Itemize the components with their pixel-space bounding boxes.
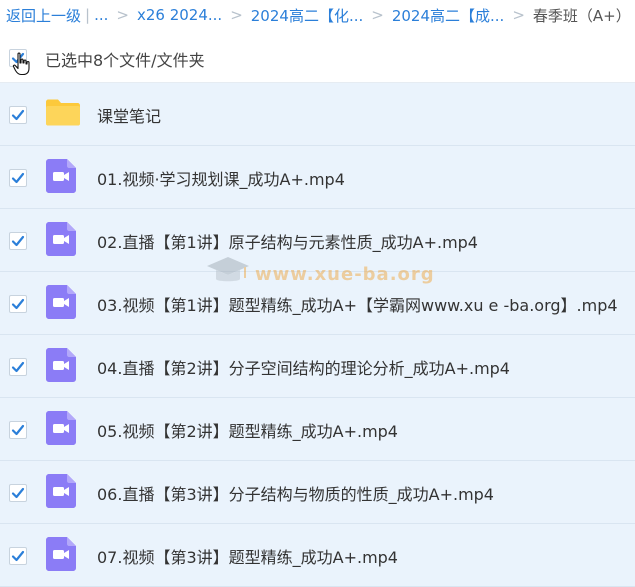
list-item[interactable]: 05.视频【第2讲】题型精练_成功A+.mp4 [0,398,635,461]
breadcrumb-current: 春季班（A+） [532,6,631,25]
check-icon [11,298,25,310]
row-checkbox[interactable] [9,106,27,124]
video-file-icon [46,348,76,382]
list-item[interactable]: 04.直播【第2讲】分子空间结构的理论分析_成功A+.mp4 [0,335,635,398]
check-icon [11,172,25,184]
list-item[interactable]: 课堂笔记 [0,83,635,146]
breadcrumb-separator: > [116,6,129,24]
breadcrumb-separator: > [230,6,243,24]
video-file-icon [46,222,76,256]
row-checkbox[interactable] [9,358,27,376]
video-file-icon [46,159,76,193]
row-checkbox[interactable] [9,484,27,502]
row-checkbox[interactable] [9,295,27,313]
video-file-icon [46,411,76,445]
list-item[interactable]: 01.视频·学习规划课_成功A+.mp4 [0,146,635,209]
file-name[interactable]: 02.直播【第1讲】原子结构与元素性质_成功A+.mp4 [97,229,478,253]
file-name[interactable]: 03.视频【第1讲】题型精练_成功A+【学霸网www.xu e -ba.org】… [97,292,618,316]
file-name[interactable]: 07.视频【第3讲】题型精练_成功A+.mp4 [97,544,398,568]
check-icon [11,487,25,499]
folder-icon [46,99,80,126]
breadcrumb-item[interactable]: x26 2024... [137,6,222,24]
video-file-icon [46,285,76,319]
video-file-icon [46,474,76,508]
check-icon [11,235,25,247]
file-name[interactable]: 06.直播【第3讲】分子结构与物质的性质_成功A+.mp4 [97,481,494,505]
file-name[interactable]: 05.视频【第2讲】题型精练_成功A+.mp4 [97,418,398,442]
breadcrumb-divider: | [85,6,91,24]
file-list: 课堂笔记 01.视频·学习规划课_成功A+.mp4 02.直播【第1讲】原子结构… [0,83,635,587]
row-checkbox[interactable] [9,232,27,250]
file-name[interactable]: 课堂笔记 [97,103,161,127]
video-file-icon [46,537,76,571]
row-checkbox[interactable] [9,547,27,565]
breadcrumb-ellipsis[interactable]: ... [94,6,108,24]
row-checkbox[interactable] [9,169,27,187]
row-checkbox[interactable] [9,421,27,439]
file-name[interactable]: 04.直播【第2讲】分子空间结构的理论分析_成功A+.mp4 [97,355,510,379]
breadcrumb: 返回上一级 | ... > x26 2024... > 2024高二【化... … [0,0,635,30]
select-all-bar: 已选中8个文件/文件夹 [0,30,635,83]
list-item[interactable]: 03.视频【第1讲】题型精练_成功A+【学霸网www.xu e -ba.org】… [0,272,635,335]
hand-cursor-icon [12,52,30,76]
breadcrumb-separator: > [371,6,384,24]
check-icon [11,550,25,562]
breadcrumb-item[interactable]: 2024高二【化... [251,5,363,26]
check-icon [11,109,25,121]
file-name[interactable]: 01.视频·学习规划课_成功A+.mp4 [97,166,345,190]
check-icon [11,361,25,373]
breadcrumb-item[interactable]: 2024高二【成... [392,5,504,26]
list-item[interactable]: 02.直播【第1讲】原子结构与元素性质_成功A+.mp4 [0,209,635,272]
list-item[interactable]: 06.直播【第3讲】分子结构与物质的性质_成功A+.mp4 [0,461,635,524]
list-item[interactable]: 07.视频【第3讲】题型精练_成功A+.mp4 [0,524,635,587]
breadcrumb-separator: > [512,6,525,24]
check-icon [11,424,25,436]
selection-count-label: 已选中8个文件/文件夹 [45,51,205,70]
back-link[interactable]: 返回上一级 [6,5,81,26]
